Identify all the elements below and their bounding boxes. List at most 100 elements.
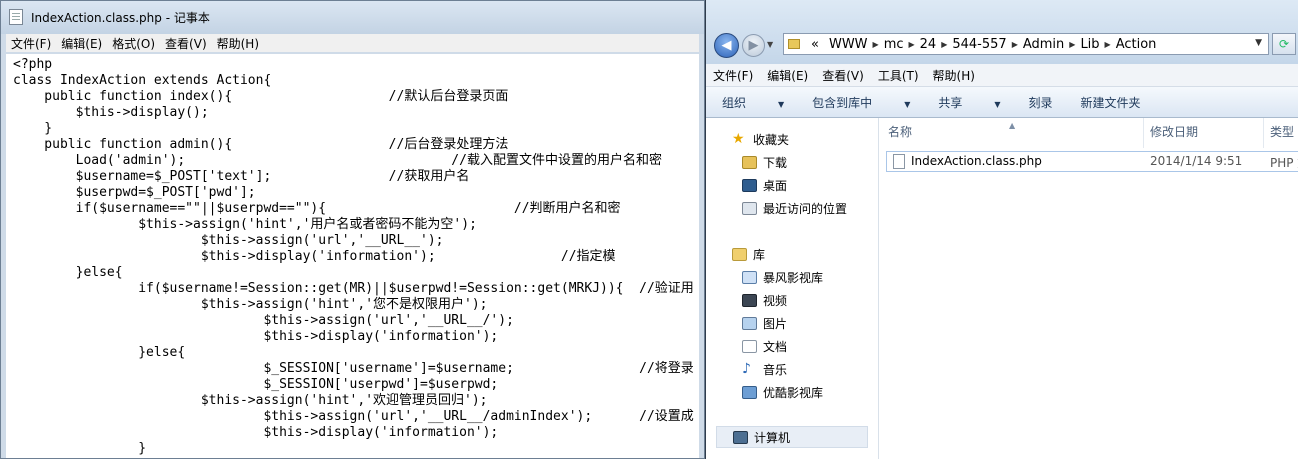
sidebar-item-computer[interactable]: 计算机: [716, 426, 868, 448]
sidebar-item-documents[interactable]: 文档: [742, 338, 787, 355]
new-folder-button[interactable]: 新建文件夹: [1081, 94, 1141, 111]
sort-ascending-icon: ▲: [1009, 121, 1016, 130]
sidebar-item-libraries[interactable]: 库: [732, 246, 765, 263]
chevron-down-icon: ▼: [904, 99, 911, 109]
sidebar-item-baofeng-library[interactable]: 暴风影视库: [742, 269, 823, 286]
sidebar-item-recent-places[interactable]: 最近访问的位置: [742, 200, 847, 217]
sidebar-item-label: 库: [753, 248, 766, 262]
address-segment-lib[interactable]: Lib: [1075, 37, 1104, 52]
code-line: $this->assign('url','__URL__');: [13, 233, 444, 248]
video-library-icon: [742, 386, 757, 399]
address-segment-mc[interactable]: mc: [879, 37, 909, 52]
chevron-down-icon: ▼: [994, 99, 1001, 109]
include-in-library-button[interactable]: 包含到库中 ▼: [812, 94, 910, 111]
menu-view[interactable]: 查看(V): [815, 67, 871, 84]
sidebar-item-videos[interactable]: 视频: [742, 292, 787, 309]
address-segment-544-557[interactable]: 544-557: [947, 37, 1011, 52]
notepad-title: IndexAction.class.php - 记事本: [31, 11, 210, 25]
sidebar-item-label: 下载: [763, 156, 788, 170]
menu-help[interactable]: 帮助(H): [212, 35, 264, 52]
code-line: $this->assign('url','__URL__/');: [13, 313, 514, 328]
menu-edit[interactable]: 编辑(E): [760, 67, 815, 84]
address-bar[interactable]: « WWW ▶ mc ▶ 24 ▶ 544-557 ▶ Admin ▶ Lib …: [783, 33, 1269, 55]
code-line: <?php: [13, 57, 53, 72]
back-button[interactable]: ◀: [714, 33, 739, 58]
code-line: if($username==""||$userpwd==""){ //判断用户名…: [13, 201, 621, 216]
code-line: class IndexAction extends Action{: [13, 73, 272, 88]
menu-tools[interactable]: 工具(T): [871, 67, 926, 84]
burn-button[interactable]: 刻录: [1029, 94, 1053, 111]
file-row[interactable]: IndexAction.class.php 2014/1/14 9:51 PHP…: [886, 151, 1298, 172]
desktop-icon: [742, 179, 757, 192]
sidebar-item-label: 最近访问的位置: [763, 202, 848, 216]
sidebar-item-label: 收藏夹: [753, 133, 790, 147]
picture-icon: [742, 317, 757, 330]
code-line: $this->assign('hint','您不是权限用户');: [13, 297, 488, 312]
recent-pages-dropdown-icon[interactable]: ▼: [767, 40, 773, 49]
column-divider[interactable]: [1143, 118, 1144, 148]
sidebar-item-downloads[interactable]: 下载: [742, 154, 787, 171]
sidebar-item-youku-library[interactable]: 优酷影视库: [742, 384, 823, 401]
column-divider[interactable]: [1263, 118, 1264, 148]
column-header-name[interactable]: 名称: [888, 118, 912, 148]
address-segment-action[interactable]: Action: [1111, 37, 1162, 52]
star-icon: ★: [732, 131, 745, 147]
notepad-menu-bar: 文件(F) 编辑(E) 格式(O) 查看(V) 帮助(H): [6, 34, 699, 52]
code-line: $this->display('information');: [13, 425, 499, 440]
explorer-navigation-bar: ◀ ▶ ▼ « WWW ▶ mc ▶ 24 ▶ 544-557 ▶ Admin …: [706, 0, 1298, 64]
notepad-file-icon: [9, 9, 23, 25]
sidebar-item-label: 音乐: [763, 363, 788, 377]
notepad-window: IndexAction.class.php - 记事本 文件(F) 编辑(E) …: [0, 0, 705, 459]
file-date-modified: 2014/1/14 9:51: [1150, 154, 1243, 168]
php-file-icon: [893, 154, 905, 169]
menu-edit[interactable]: 编辑(E): [56, 35, 107, 52]
address-segment-admin[interactable]: Admin: [1018, 37, 1069, 52]
code-line: $_SESSION['username']=$username; //将登录: [13, 361, 694, 376]
address-dropdown-icon[interactable]: ▼: [1255, 38, 1262, 48]
menu-file[interactable]: 文件(F): [6, 35, 56, 52]
code-line: }else{: [13, 345, 186, 360]
sidebar-item-label: 视频: [763, 294, 788, 308]
sidebar-item-label: 优酷影视库: [763, 386, 824, 400]
code-line: public function index(){ //默认后台登录页面: [13, 89, 509, 104]
code-line: $this->display('information');: [13, 329, 499, 344]
code-line: $this->display('information'); //指定模: [13, 249, 616, 264]
address-segment-www[interactable]: WWW: [824, 37, 873, 52]
sidebar-item-desktop[interactable]: 桌面: [742, 177, 787, 194]
sidebar-item-music[interactable]: ♪ 音乐: [742, 361, 787, 378]
code-line: public function admin(){ //后台登录处理方法: [13, 137, 509, 152]
code-content: <?php class IndexAction extends Action{ p…: [6, 54, 699, 458]
sidebar-item-pictures[interactable]: 图片: [742, 315, 787, 332]
sidebar-item-label: 图片: [763, 317, 788, 331]
explorer-window: ◀ ▶ ▼ « WWW ▶ mc ▶ 24 ▶ 544-557 ▶ Admin …: [705, 0, 1298, 459]
refresh-button[interactable]: ⟳: [1272, 33, 1296, 55]
computer-icon: [733, 430, 748, 444]
sidebar-item-label: 计算机: [754, 430, 791, 445]
code-line: if($username!=Session::get(MR)||$userpwd…: [13, 281, 694, 296]
code-line: }: [13, 441, 147, 456]
notepad-text-area[interactable]: <?php class IndexAction extends Action{ p…: [6, 54, 699, 458]
sidebar-item-label: 暴风影视库: [763, 271, 824, 285]
code-line: $this->display();: [13, 105, 209, 120]
sidebar-item-label: 文档: [763, 340, 788, 354]
menu-format[interactable]: 格式(O): [107, 35, 160, 52]
menu-view[interactable]: 查看(V): [160, 35, 212, 52]
address-segment-24[interactable]: 24: [915, 37, 942, 52]
video-icon: [742, 294, 757, 307]
column-header-date-modified[interactable]: 修改日期: [1150, 118, 1198, 148]
share-button[interactable]: 共享 ▼: [938, 94, 1000, 111]
navigation-pane: ★ 收藏夹 下载 桌面 最近访问的位置 库 暴风影视库 视频 图片 文档 ♪ 音…: [706, 118, 879, 459]
menu-file[interactable]: 文件(F): [706, 67, 760, 84]
column-header-type[interactable]: 类型: [1270, 118, 1294, 148]
code-line: $_SESSION['userpwd']=$userpwd;: [13, 377, 499, 392]
code-line: $this->assign('hint','用户名或者密码不能为空');: [13, 217, 477, 232]
forward-button[interactable]: ▶: [742, 34, 765, 57]
organize-button[interactable]: 组织 ▼: [722, 94, 784, 111]
file-list-pane: 名称 ▲ 修改日期 类型 IndexAction.class.php 2014/…: [879, 118, 1298, 459]
notepad-title-bar[interactable]: IndexAction.class.php - 记事本: [1, 1, 704, 34]
sidebar-item-favorites[interactable]: ★ 收藏夹: [732, 131, 789, 148]
code-line: $userpwd=$_POST['pwd'];: [13, 185, 256, 200]
address-overflow[interactable]: «: [806, 37, 824, 52]
menu-help[interactable]: 帮助(H): [926, 67, 982, 84]
sidebar-item-label: 桌面: [763, 179, 788, 193]
